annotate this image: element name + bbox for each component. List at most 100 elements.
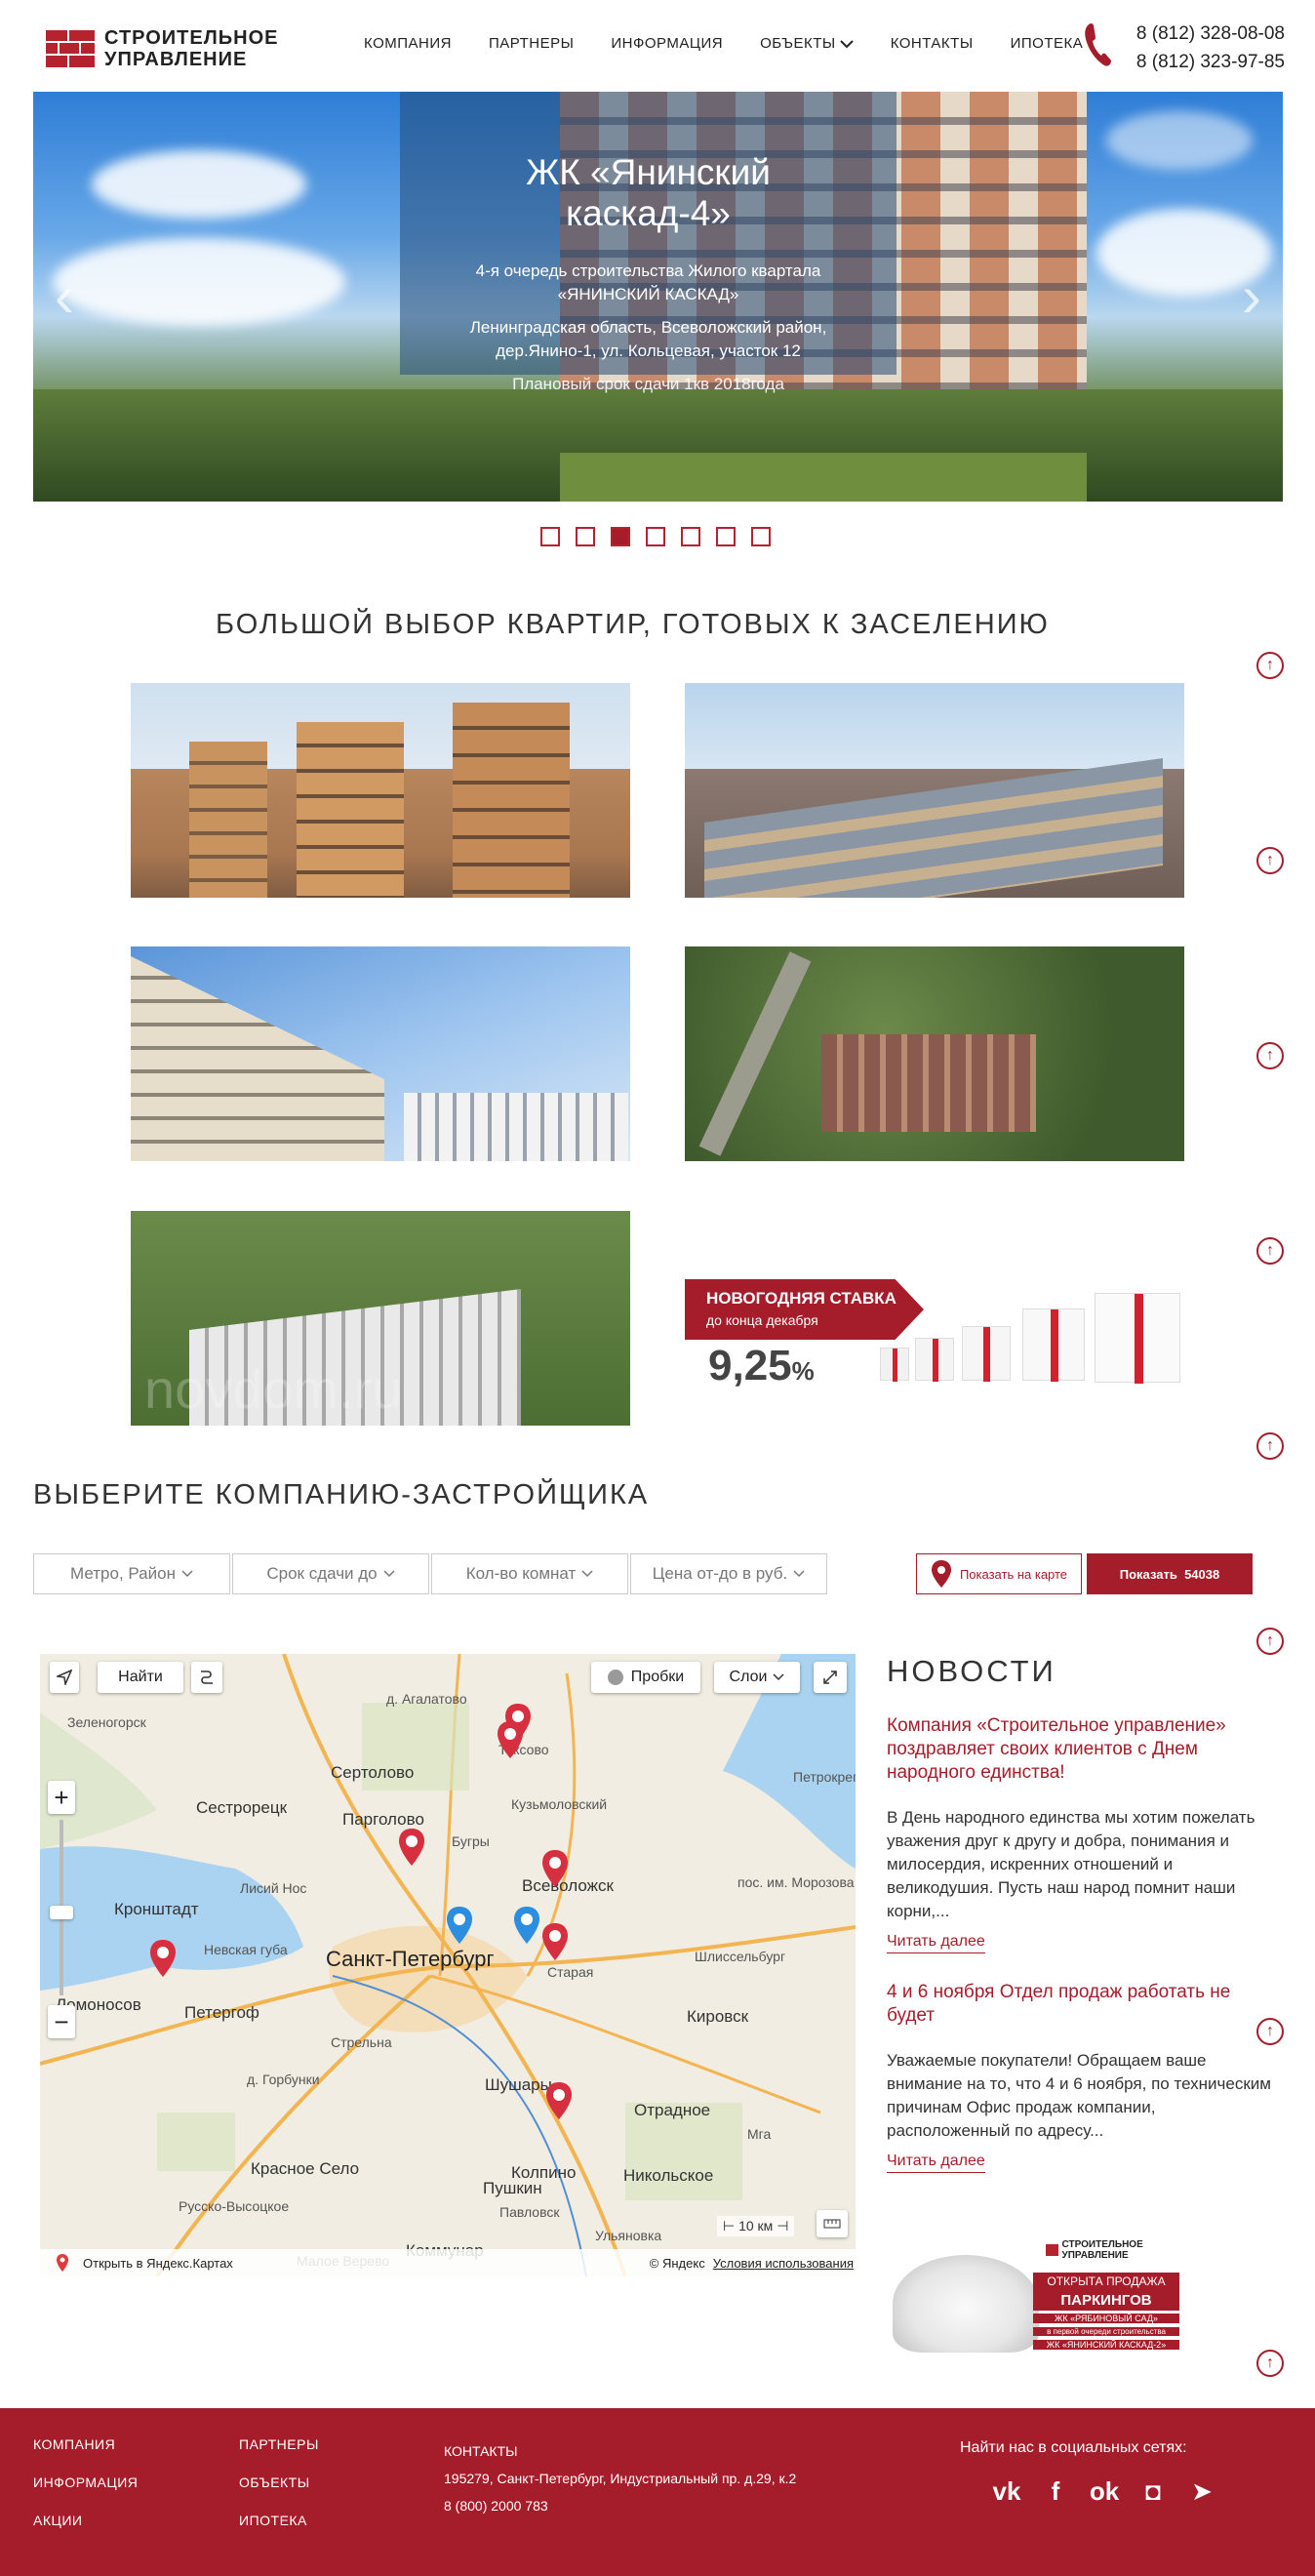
gallery-title: Большой выбор квартир, готовых к заселен… [216, 609, 1050, 640]
facebook-icon[interactable]: f [1040, 2476, 1071, 2507]
map-city-label: Кировск [687, 2007, 749, 2026]
map-pin-red-icon[interactable] [397, 1828, 426, 1867]
news-item-1-text: В День народного единства мы хотим пожел… [887, 1808, 1255, 1920]
gallery-tile-1[interactable] [131, 683, 630, 898]
footer-link-partners[interactable]: Партнеры [239, 2426, 319, 2464]
layers-button[interactable]: Слои [714, 1662, 800, 1693]
news-item-1-title[interactable]: Компания «Строительное управление» поздр… [887, 1714, 1282, 1785]
slide-date: Плановый срок сдачи 1кв 2018года [512, 375, 784, 393]
nav-partners[interactable]: Партнеры [489, 35, 574, 52]
slider-dot-7[interactable] [751, 527, 771, 546]
scroll-up-icon[interactable]: ↑ [1256, 2350, 1284, 2377]
ribbon [933, 1339, 938, 1382]
show-on-map-button[interactable]: Показать на карте [916, 1553, 1082, 1594]
footer-link-mortgage[interactable]: Ипотека [239, 2502, 319, 2540]
promo-line-2: ПАРКИНГОВ [1033, 2290, 1179, 2311]
slider-dot-6[interactable] [716, 527, 736, 546]
nav-mortgage[interactable]: Ипотека [1011, 35, 1084, 52]
promo-rate-banner[interactable]: НОВОГОДНЯЯ СТАВКА до конца декабря 9,25% [685, 1211, 1184, 1400]
map-city-label: Зеленогорск [67, 1714, 146, 1730]
map-pin-red-icon[interactable] [540, 1922, 570, 1961]
gallery-tile-3[interactable] [131, 946, 630, 1161]
slider-dot-2[interactable] [576, 527, 595, 546]
news-item-2-more-link[interactable]: Читать далее [887, 2153, 985, 2173]
zoom-out-button[interactable]: − [48, 2005, 75, 2038]
scroll-up-icon[interactable]: ↑ [1256, 1628, 1284, 1655]
slider-dot-1[interactable] [540, 527, 560, 546]
open-in-yandex-link[interactable]: Открыть в Яндекс.Картах [83, 2256, 233, 2271]
parking-promo-banner[interactable]: Строительное управление ОТКРЫТА ПРОДАЖА … [887, 2235, 1179, 2358]
scroll-up-icon[interactable]: ↑ [1256, 847, 1284, 874]
building-block [189, 742, 267, 898]
instagram-icon[interactable]: ◘ [1137, 2476, 1169, 2507]
map-find-button[interactable]: Найти [98, 1662, 183, 1693]
map-pin-red-icon[interactable] [496, 1720, 525, 1759]
map-city-label: Кузьмоловский [511, 1796, 608, 1812]
map-pin-blue-icon[interactable] [445, 1906, 474, 1945]
nav-contacts[interactable]: Контакты [891, 35, 974, 52]
footer-phone[interactable]: 8 (800) 2000 783 [444, 2492, 796, 2519]
logo[interactable]: Строительное Управление [46, 27, 278, 70]
vk-icon[interactable]: vk [991, 2476, 1022, 2507]
logo-brick-icon [46, 30, 95, 67]
promo-line-5: ЖК «ЯНИНСКИЙ КАСКАД-2» [1033, 2340, 1179, 2350]
footer-link-company[interactable]: Компания [33, 2426, 138, 2464]
ruler-button[interactable] [817, 2210, 848, 2237]
road [698, 951, 812, 1156]
map-city-label: Русско-Высоцкое [179, 2198, 290, 2214]
odnoklassniki-icon[interactable]: ok [1089, 2476, 1120, 2507]
geolocation-button[interactable] [50, 1662, 79, 1693]
slider-next-arrow-icon[interactable]: › [1242, 267, 1261, 326]
traffic-light-icon [607, 1670, 623, 1685]
route-button[interactable] [191, 1662, 222, 1693]
news-item-1-more-link[interactable]: Читать далее [887, 1933, 985, 1953]
slide-subtitle-line-2: «ЯНИНСКИЙ КАСКАД» [557, 285, 739, 303]
map-city-label: Петергоф [184, 2003, 259, 2022]
gallery-tile-5[interactable]: novdom.ru [131, 1211, 630, 1426]
footer-link-info[interactable]: Информация [33, 2464, 138, 2502]
phone-2[interactable]: 8 (812) 323-97-85 [1136, 48, 1285, 76]
slider-dot-5[interactable] [681, 527, 700, 546]
footer-link-promos[interactable]: Акции [33, 2502, 138, 2540]
gift-box-icon [962, 1326, 1011, 1382]
nav-company[interactable]: Компания [364, 35, 452, 52]
filter-price[interactable]: Цена от-до в руб. [630, 1553, 827, 1594]
navigation-arrow-icon [57, 1670, 72, 1685]
show-results-button[interactable]: Показать 54038 [1087, 1553, 1253, 1594]
gallery-tile-4[interactable] [685, 946, 1184, 1161]
map-pin-red-icon[interactable] [148, 1939, 178, 1978]
nav-objects[interactable]: Объекты [760, 35, 854, 52]
scroll-up-icon[interactable]: ↑ [1256, 652, 1284, 679]
map-pin-blue-icon[interactable] [512, 1906, 541, 1945]
map-pin-red-icon[interactable] [540, 1849, 570, 1888]
filter-rooms[interactable]: Кол-во комнат [431, 1553, 628, 1594]
phone-1[interactable]: 8 (812) 328-08-08 [1136, 20, 1285, 48]
zoom-in-button[interactable]: + [48, 1781, 75, 1814]
scroll-up-icon[interactable]: ↑ [1256, 1237, 1284, 1265]
filter-deadline[interactable]: Срок сдачи до [232, 1553, 429, 1594]
map-pin-red-icon[interactable] [544, 2081, 574, 2120]
yandex-map[interactable]: Зеленогорск д. Агалатово Сертолово Сестроре… [40, 1654, 856, 2276]
slider-dot-3[interactable] [611, 527, 630, 546]
slide-title: ЖК «Янинский каскад-4» [400, 152, 897, 234]
scroll-up-icon[interactable]: ↑ [1256, 1042, 1284, 1069]
slide-subtitle: 4-я очередь строительства Жилого квартал… [400, 260, 897, 306]
chevron-down-icon [181, 1570, 193, 1578]
promo-rate-number: 9,25 [708, 1342, 792, 1389]
traffic-button[interactable]: Пробки [591, 1662, 700, 1693]
filter-metro[interactable]: Метро, Район [33, 1553, 230, 1594]
scroll-up-icon[interactable]: ↑ [1256, 1432, 1284, 1460]
nav-info[interactable]: Информация [611, 35, 723, 52]
footer-address: 195279, Санкт-Петербург, Индустриальный … [444, 2471, 797, 2486]
gallery-tile-2[interactable] [685, 683, 1184, 898]
news-item-2-title[interactable]: 4 и 6 ноября Отдел продаж работать не бу… [887, 1981, 1282, 2028]
fullscreen-button[interactable] [814, 1662, 847, 1693]
promo-logo-text: Строительное управление [1061, 2239, 1143, 2261]
map-terms-link[interactable]: Условия использования [713, 2256, 854, 2271]
slider-dot-4[interactable] [646, 527, 665, 546]
zoom-slider-handle[interactable] [50, 1906, 73, 1919]
footer-link-objects[interactable]: Объекты [239, 2464, 319, 2502]
slider-prev-arrow-icon[interactable]: ‹ [55, 267, 74, 326]
promo-logo: Строительное управление [1046, 2239, 1179, 2261]
telegram-icon[interactable]: ➤ [1186, 2476, 1217, 2507]
